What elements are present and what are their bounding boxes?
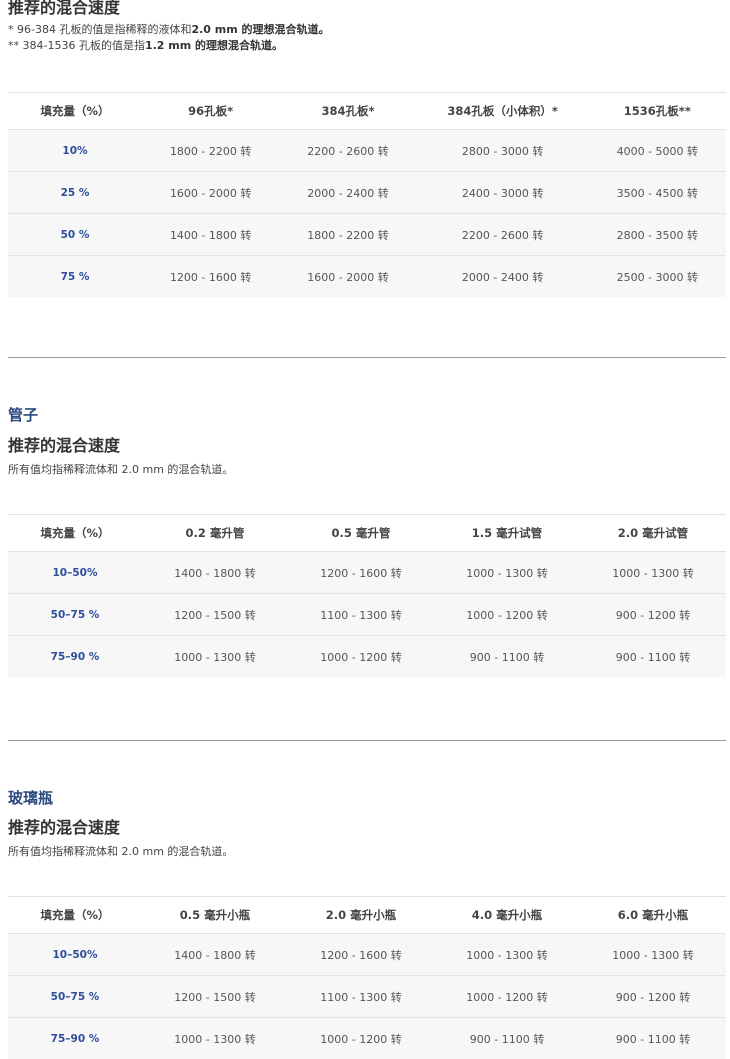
speed-cell: 1600 - 2000 转 bbox=[142, 172, 279, 214]
speed-cell: 2800 - 3500 转 bbox=[589, 214, 726, 256]
speed-cell: 1200 - 1500 转 bbox=[142, 594, 288, 636]
vials-header-2-0: 2.0 毫升小瓶 bbox=[288, 897, 434, 934]
fill-level: 50 % bbox=[8, 214, 142, 256]
vials-header-4-0: 4.0 毫升小瓶 bbox=[434, 897, 580, 934]
table-row: 75–90 % 1000 - 1300 转 1000 - 1200 转 900 … bbox=[8, 1018, 726, 1059]
speed-cell: 1200 - 1600 转 bbox=[288, 934, 434, 976]
speed-cell: 2000 - 2400 转 bbox=[417, 256, 589, 298]
speed-cell: 2800 - 3000 转 bbox=[417, 130, 589, 172]
tubes-header-1-5: 1.5 毫升试管 bbox=[434, 515, 580, 552]
tubes-header-0-5: 0.5 毫升管 bbox=[288, 515, 434, 552]
fill-level: 50–75 % bbox=[8, 976, 142, 1018]
table-row: 50–75 % 1200 - 1500 转 1100 - 1300 转 1000… bbox=[8, 594, 726, 636]
fill-level: 10–50% bbox=[8, 934, 142, 976]
tubes-header-0-2: 0.2 毫升管 bbox=[142, 515, 288, 552]
plates-note-2: ** 384-1536 孔板的值是指1.2 mm 的理想混合轨道。 bbox=[8, 38, 283, 54]
plates-header-fill: 填充量（%） bbox=[8, 93, 142, 130]
speed-cell: 900 - 1100 转 bbox=[580, 636, 726, 678]
vials-header-6-0: 6.0 毫升小瓶 bbox=[580, 897, 726, 934]
plates-heading: 推荐的混合速度 bbox=[8, 0, 120, 18]
fill-level: 10–50% bbox=[8, 552, 142, 594]
speed-cell: 1000 - 1300 转 bbox=[142, 636, 288, 678]
table-row: 75 % 1200 - 1600 转 1600 - 2000 转 2000 - … bbox=[8, 256, 726, 298]
speed-cell: 2200 - 2600 转 bbox=[279, 130, 416, 172]
plates-note-1-bold: 2.0 mm 的理想混合轨道。 bbox=[191, 23, 329, 36]
plates-header-384-low: 384孔板（小体积）* bbox=[417, 93, 589, 130]
tubes-header-row: 填充量（%） 0.2 毫升管 0.5 毫升管 1.5 毫升试管 2.0 毫升试管 bbox=[8, 515, 726, 552]
plates-header-row: 填充量（%） 96孔板* 384孔板* 384孔板（小体积）* 1536孔板** bbox=[8, 93, 726, 130]
plates-header-1536: 1536孔板** bbox=[589, 93, 726, 130]
speed-cell: 900 - 1200 转 bbox=[580, 976, 726, 1018]
speed-cell: 1400 - 1800 转 bbox=[142, 934, 288, 976]
fill-level: 50–75 % bbox=[8, 594, 142, 636]
tubes-note: 所有值均指稀释流体和 2.0 mm 的混合轨道。 bbox=[8, 462, 233, 478]
table-row: 10–50% 1400 - 1800 转 1200 - 1600 转 1000 … bbox=[8, 552, 726, 594]
vials-header-row: 填充量（%） 0.5 毫升小瓶 2.0 毫升小瓶 4.0 毫升小瓶 6.0 毫升… bbox=[8, 897, 726, 934]
plates-header-96: 96孔板* bbox=[142, 93, 279, 130]
speed-cell: 900 - 1200 转 bbox=[580, 594, 726, 636]
speed-cell: 1000 - 1200 转 bbox=[434, 976, 580, 1018]
speed-cell: 1000 - 1300 转 bbox=[434, 934, 580, 976]
plates-note-1: * 96-384 孔板的值是指稀释的液体和2.0 mm 的理想混合轨道。 bbox=[8, 22, 330, 38]
speed-cell: 1200 - 1600 转 bbox=[288, 552, 434, 594]
speed-cell: 2200 - 2600 转 bbox=[417, 214, 589, 256]
speed-cell: 2500 - 3000 转 bbox=[589, 256, 726, 298]
tubes-header-2-0: 2.0 毫升试管 bbox=[580, 515, 726, 552]
speed-cell: 1200 - 1500 转 bbox=[142, 976, 288, 1018]
speed-cell: 1100 - 1300 转 bbox=[288, 976, 434, 1018]
fill-level: 75 % bbox=[8, 256, 142, 298]
tubes-table: 填充量（%） 0.2 毫升管 0.5 毫升管 1.5 毫升试管 2.0 毫升试管… bbox=[8, 514, 726, 677]
speed-cell: 1000 - 1200 转 bbox=[288, 636, 434, 678]
speed-cell: 900 - 1100 转 bbox=[434, 1018, 580, 1059]
vials-table: 填充量（%） 0.5 毫升小瓶 2.0 毫升小瓶 4.0 毫升小瓶 6.0 毫升… bbox=[8, 896, 726, 1059]
table-row: 10–50% 1400 - 1800 转 1200 - 1600 转 1000 … bbox=[8, 934, 726, 976]
speed-cell: 1400 - 1800 转 bbox=[142, 214, 279, 256]
speed-cell: 2000 - 2400 转 bbox=[279, 172, 416, 214]
fill-level: 75–90 % bbox=[8, 636, 142, 678]
plates-note-2-bold: 1.2 mm 的理想混合轨道。 bbox=[145, 39, 283, 52]
plates-note-1-text: * 96-384 孔板的值是指稀释的液体和 bbox=[8, 23, 191, 36]
vials-note: 所有值均指稀释流体和 2.0 mm 的混合轨道。 bbox=[8, 844, 233, 860]
speed-cell: 1800 - 2200 转 bbox=[279, 214, 416, 256]
fill-level: 25 % bbox=[8, 172, 142, 214]
speed-cell: 900 - 1100 转 bbox=[434, 636, 580, 678]
speed-cell: 2400 - 3000 转 bbox=[417, 172, 589, 214]
tubes-header-fill: 填充量（%） bbox=[8, 515, 142, 552]
speed-cell: 3500 - 4500 转 bbox=[589, 172, 726, 214]
speed-cell: 1200 - 1600 转 bbox=[142, 256, 279, 298]
speed-cell: 1400 - 1800 转 bbox=[142, 552, 288, 594]
speed-cell: 4000 - 5000 转 bbox=[589, 130, 726, 172]
table-row: 50–75 % 1200 - 1500 转 1100 - 1300 转 1000… bbox=[8, 976, 726, 1018]
vials-heading: 推荐的混合速度 bbox=[8, 818, 120, 838]
plates-table: 填充量（%） 96孔板* 384孔板* 384孔板（小体积）* 1536孔板**… bbox=[8, 92, 726, 297]
fill-level: 75–90 % bbox=[8, 1018, 142, 1059]
table-row: 25 % 1600 - 2000 转 2000 - 2400 转 2400 - … bbox=[8, 172, 726, 214]
speed-cell: 1000 - 1300 转 bbox=[580, 552, 726, 594]
speed-cell: 1000 - 1300 转 bbox=[434, 552, 580, 594]
speed-cell: 1100 - 1300 转 bbox=[288, 594, 434, 636]
table-row: 75–90 % 1000 - 1300 转 1000 - 1200 转 900 … bbox=[8, 636, 726, 678]
fill-level: 10% bbox=[8, 130, 142, 172]
speed-cell: 900 - 1100 转 bbox=[580, 1018, 726, 1059]
section-divider bbox=[8, 740, 726, 741]
speed-cell: 1000 - 1200 转 bbox=[288, 1018, 434, 1059]
table-row: 10% 1800 - 2200 转 2200 - 2600 转 2800 - 3… bbox=[8, 130, 726, 172]
plates-note-2-text: ** 384-1536 孔板的值是指 bbox=[8, 39, 145, 52]
speed-cell: 1000 - 1300 转 bbox=[580, 934, 726, 976]
vials-header-fill: 填充量（%） bbox=[8, 897, 142, 934]
speed-cell: 1800 - 2200 转 bbox=[142, 130, 279, 172]
section-divider bbox=[8, 357, 726, 358]
speed-cell: 1000 - 1200 转 bbox=[434, 594, 580, 636]
tubes-section-title: 管子 bbox=[8, 405, 38, 425]
tubes-heading: 推荐的混合速度 bbox=[8, 436, 120, 456]
table-row: 50 % 1400 - 1800 转 1800 - 2200 转 2200 - … bbox=[8, 214, 726, 256]
speed-cell: 1600 - 2000 转 bbox=[279, 256, 416, 298]
vials-section-title: 玻璃瓶 bbox=[8, 788, 53, 808]
vials-header-0-5: 0.5 毫升小瓶 bbox=[142, 897, 288, 934]
plates-header-384: 384孔板* bbox=[279, 93, 416, 130]
speed-cell: 1000 - 1300 转 bbox=[142, 1018, 288, 1059]
